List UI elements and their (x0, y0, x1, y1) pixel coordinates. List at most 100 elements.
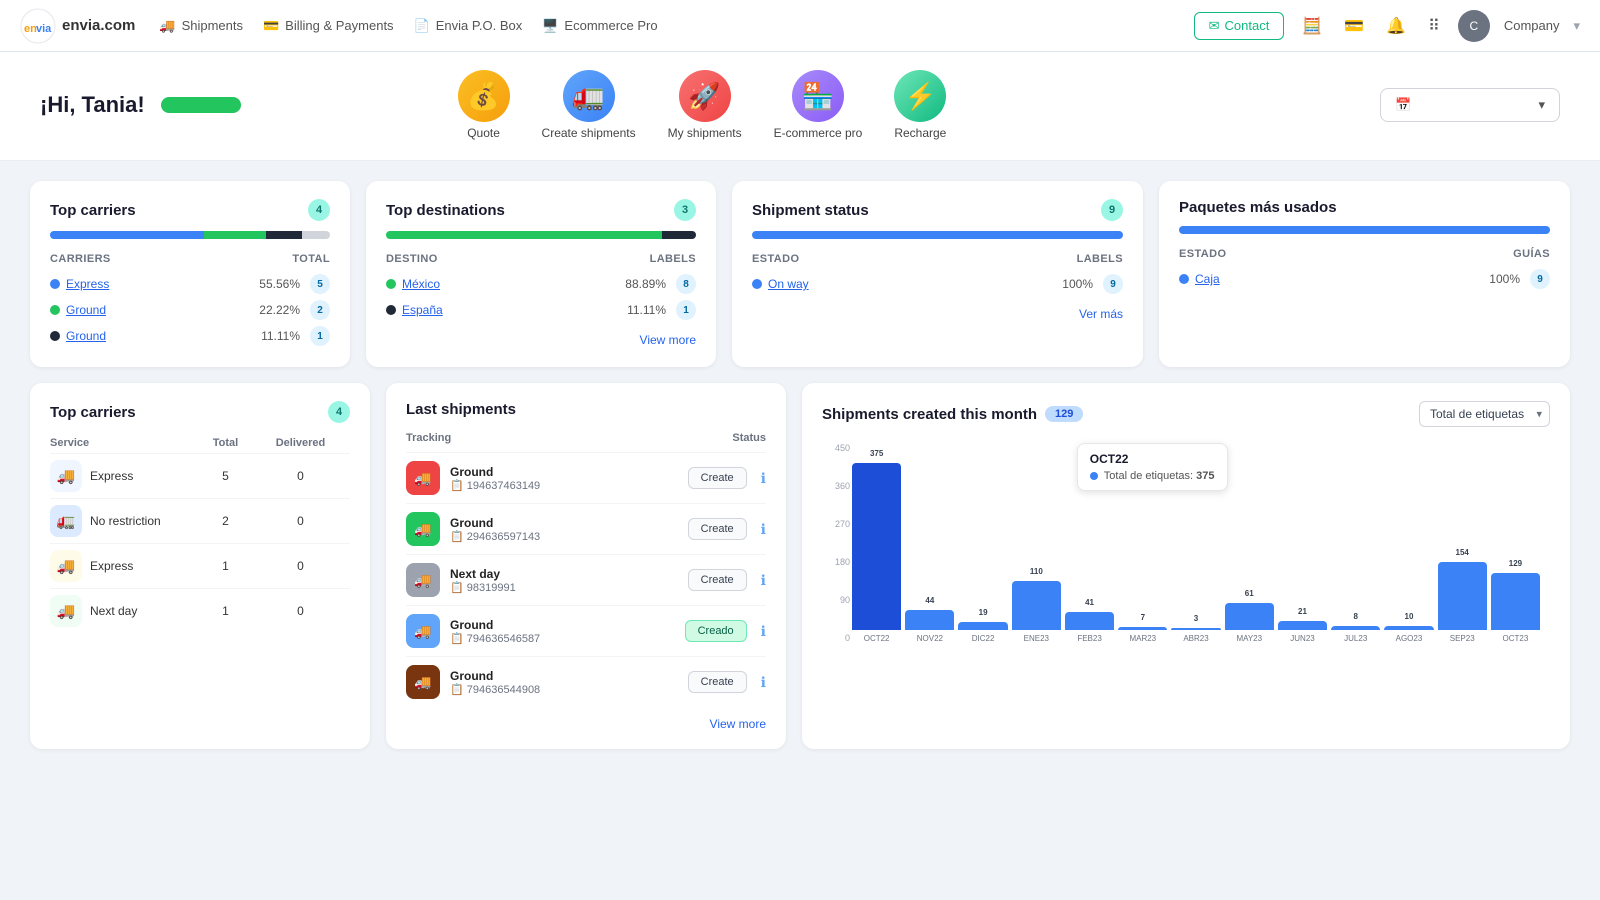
calculator-button[interactable]: 🧮 (1298, 12, 1326, 40)
info-icon-0[interactable]: ℹ (761, 470, 766, 487)
segment-other (302, 231, 330, 239)
ecommerce-icon: 🖥️ (542, 18, 558, 34)
express2-delivered: 0 (251, 544, 350, 589)
mexico-count: 8 (676, 274, 696, 294)
service-table: Service Total Delivered 🚚 Express 5 (50, 433, 350, 633)
dest-view-more[interactable]: View more (386, 333, 696, 347)
carriers-col-header: Carriers Total (50, 253, 330, 265)
tracking-info-2: Next day 📋 98319991 (450, 567, 678, 594)
nav-billing[interactable]: 💳 Billing & Payments (263, 18, 394, 34)
grid-button[interactable]: ⠿ (1424, 12, 1444, 40)
top-carriers-card-1: Top carriers 4 Carriers Total Express 55… (30, 181, 350, 367)
svc-col-total: Total (200, 433, 251, 454)
pobox-icon: 📄 (414, 18, 430, 34)
mexico-link[interactable]: México (402, 277, 440, 291)
chart-header: Shipments created this month 129 Total d… (822, 401, 1550, 427)
status-progress (752, 231, 1123, 239)
bell-button[interactable]: 🔔 (1382, 12, 1410, 40)
action-recharge-label: Recharge (894, 126, 946, 140)
norestrict-total: 2 (200, 499, 251, 544)
carrier-name-4: Ground (450, 669, 678, 683)
chart-select-wrapper[interactable]: Total de etiquetas (1419, 401, 1550, 427)
billing-icon: 💳 (263, 18, 279, 34)
date-picker[interactable]: 📅 ▾ (1380, 88, 1560, 122)
info-icon-4[interactable]: ℹ (761, 674, 766, 691)
espana-count: 1 (676, 300, 696, 320)
table-row: 🚛 No restriction 2 0 (50, 499, 350, 544)
nextday-delivered: 0 (251, 589, 350, 634)
action-my-shipments[interactable]: 🚀 My shipments (668, 70, 742, 140)
onway-count: 9 (1103, 274, 1123, 294)
avatar[interactable]: C (1458, 10, 1490, 42)
carrier-name-3: Ground (450, 618, 675, 632)
express-link[interactable]: Express (66, 277, 109, 291)
status-btn-2[interactable]: Create (688, 569, 747, 591)
status-btn-0[interactable]: Create (688, 467, 747, 489)
tracking-info-4: Ground 📋 794636544908 (450, 669, 678, 696)
nav-ecommerce[interactable]: 🖥️ Ecommerce Pro (542, 18, 657, 34)
logo[interactable]: en via envia.com (20, 8, 135, 44)
express-svc-label: Express (90, 469, 133, 483)
carrier-name-1: Ground (450, 516, 678, 530)
top-cards-row: Top carriers 4 Carriers Total Express 55… (30, 181, 1570, 367)
info-icon-1[interactable]: ℹ (761, 521, 766, 538)
wallet-button[interactable]: 💳 (1340, 12, 1368, 40)
caja-label: Caja (1195, 272, 1489, 286)
company-dropdown-icon[interactable]: ▾ (1573, 18, 1580, 34)
list-item: 🚚 Ground 📋 794636544908 Create ℹ (406, 656, 766, 707)
norestrict-svc-icon: 🚛 (50, 505, 82, 537)
paquetes-progress (1179, 226, 1550, 234)
shipments-view-more[interactable]: View more (406, 717, 766, 731)
bar-chart-container: 450360270180900OCT22 Total de etiquetas:… (822, 443, 1550, 663)
action-create-shipments[interactable]: 🚛 Create shipments (542, 70, 636, 140)
action-ecommerce[interactable]: 🏪 E-commerce pro (774, 70, 863, 140)
status-col: Status (732, 432, 766, 444)
chart-badge: 129 (1045, 406, 1083, 422)
status-badge: 9 (1101, 199, 1123, 221)
logo-icon: en via (20, 8, 56, 44)
clipboard-0: 📋 (450, 480, 464, 492)
status-btn-1[interactable]: Create (688, 518, 747, 540)
status-btn-3[interactable]: Creado (685, 620, 747, 642)
status-ver-mas[interactable]: Ver más (752, 307, 1123, 321)
express-count: 5 (310, 274, 330, 294)
top-section: ¡Hi, Tania! 💰 Quote 🚛 Create shipments 🚀… (0, 52, 1600, 161)
ground1-link[interactable]: Ground (66, 303, 106, 317)
action-quote[interactable]: 💰 Quote (458, 70, 510, 140)
express-pct: 55.56% (259, 277, 300, 291)
info-icon-3[interactable]: ℹ (761, 623, 766, 640)
mexico-dot (386, 279, 396, 289)
greeting: ¡Hi, Tania! (40, 92, 145, 118)
nav-pobox[interactable]: 📄 Envia P.O. Box (414, 18, 523, 34)
paquetes-seg (1179, 226, 1550, 234)
status-btn-4[interactable]: Create (688, 671, 747, 693)
navbar: en via envia.com 🚚 Shipments 💳 Billing &… (0, 0, 1600, 52)
express2-svc-icon: 🚚 (50, 550, 82, 582)
nav-shipments[interactable]: 🚚 Shipments (159, 18, 243, 34)
tracking-col: Tracking (406, 432, 451, 444)
action-recharge[interactable]: ⚡ Recharge (894, 70, 946, 140)
info-icon-2[interactable]: ℹ (761, 572, 766, 589)
norestrict-svc-label: No restriction (90, 514, 161, 528)
status-pill (161, 97, 241, 113)
espana-pct: 11.11% (627, 303, 666, 317)
quote-icon: 💰 (458, 70, 510, 122)
list-item: 🚚 Ground 📋 294636597143 Create ℹ (406, 503, 766, 554)
chart-select[interactable]: Total de etiquetas (1419, 401, 1550, 427)
ground2-link[interactable]: Ground (66, 329, 106, 343)
carriers-table-title: Top carriers (50, 404, 136, 421)
ground2-dot (50, 331, 60, 341)
express-svc-icon: 🚚 (50, 460, 82, 492)
nextday-svc-label: Next day (90, 604, 137, 618)
create-shipments-icon: 🚛 (563, 70, 615, 122)
list-item: 🚚 Ground 📋 794636546587 Creado ℹ (406, 605, 766, 656)
action-quote-label: Quote (467, 126, 500, 140)
tracking-info-0: Ground 📋 194637463149 (450, 465, 678, 492)
ground1-count: 2 (310, 300, 330, 320)
action-create-label: Create shipments (542, 126, 636, 140)
tracking-num-4: 📋 794636544908 (450, 683, 678, 696)
contact-icon: ✉ (1209, 18, 1220, 34)
contact-button[interactable]: ✉ Contact (1194, 12, 1285, 40)
avatar-initial: C (1469, 19, 1478, 33)
calendar-icon: 📅 (1395, 97, 1411, 113)
